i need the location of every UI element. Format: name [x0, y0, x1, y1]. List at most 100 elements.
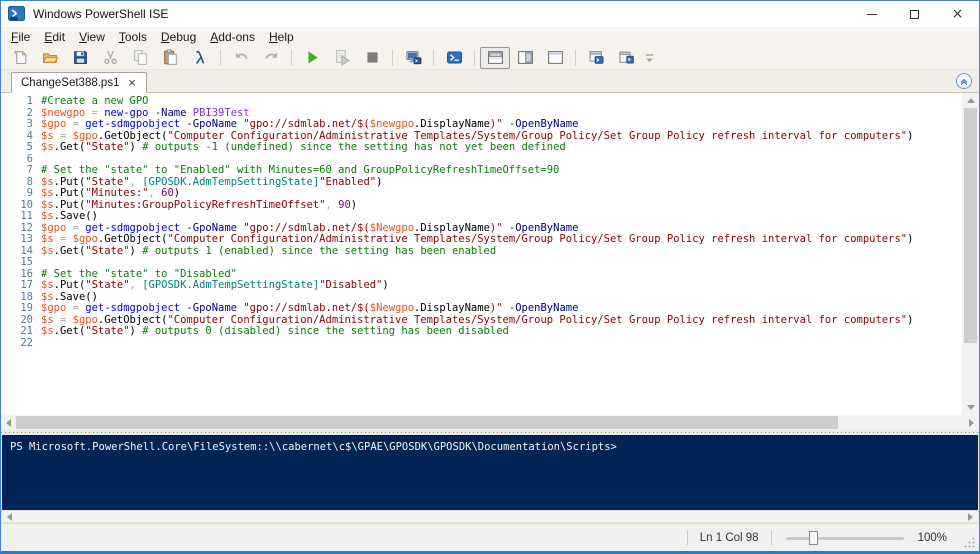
- line-number: 8: [26, 175, 33, 188]
- scroll-right-arrow[interactable]: [964, 415, 979, 430]
- toolbar-overflow-icon: [641, 49, 658, 66]
- code-text: $s.Get("State") # outputs 1 (enabled) si…: [41, 244, 497, 257]
- code-line: 21 $s.Get("State") # outputs 0 (disabled)…: [1, 325, 962, 338]
- menu-bar: File Edit View Tools Debug Add-ons Help: [1, 27, 979, 46]
- status-separator: [686, 530, 688, 545]
- code-text: $s.Get("State") # outputs -1 (undefined)…: [41, 141, 566, 153]
- cut-icon: [102, 49, 119, 66]
- code-line: 22: [1, 337, 962, 350]
- console-scroll-left-arrow[interactable]: [2, 511, 17, 522]
- code-line: 17 $s.Put("State", [GPOSDK.AdmTempSetting…: [1, 279, 962, 292]
- maximize-button[interactable]: [893, 1, 936, 27]
- triangle-right-icon: [968, 512, 973, 521]
- line-number: 3: [26, 118, 33, 130]
- code-line: 14 $s.Get("State") # outputs 1 (enabled) …: [1, 244, 962, 258]
- vertical-scroll-thumb[interactable]: [964, 108, 977, 344]
- redo-icon: [263, 49, 280, 66]
- run-script-icon: [304, 49, 321, 66]
- menu-tools[interactable]: Tools: [112, 28, 154, 46]
- line-number: 15: [20, 256, 33, 268]
- copy-button[interactable]: [125, 47, 155, 69]
- zoom-slider-track[interactable]: [785, 536, 904, 540]
- show-command-window-button[interactable]: [611, 47, 641, 69]
- resize-grip-icon[interactable]: [963, 536, 976, 549]
- new-script-icon: [12, 49, 29, 66]
- powershell-ise-icon: [8, 6, 26, 22]
- triangle-down-icon: [966, 405, 975, 410]
- line-number: 11: [20, 210, 33, 222]
- editor-horizontal-scrollbar[interactable]: [1, 415, 979, 430]
- close-button[interactable]: ×: [936, 1, 979, 27]
- zoom-slider-thumb[interactable]: [809, 530, 819, 545]
- triangle-right-icon: [969, 418, 974, 427]
- menu-view[interactable]: View: [72, 28, 112, 46]
- new-script-button[interactable]: [5, 47, 35, 69]
- clear-console-pane-button[interactable]: [185, 47, 215, 69]
- console-scroll-right-arrow[interactable]: [963, 511, 978, 522]
- scroll-down-arrow[interactable]: [962, 400, 979, 415]
- horizontal-scroll-thumb[interactable]: [16, 416, 838, 429]
- scroll-up-arrow[interactable]: [962, 93, 979, 108]
- cursor-position: Ln 1 Col 98: [699, 531, 759, 544]
- run-selection-button[interactable]: [327, 47, 357, 69]
- redo-button[interactable]: [256, 47, 286, 69]
- close-icon: ×: [951, 6, 964, 22]
- save-icon: [72, 49, 89, 66]
- console-horizontal-scrollbar[interactable]: [2, 510, 978, 523]
- line-number: 5: [26, 141, 33, 153]
- run-script-button[interactable]: [297, 47, 327, 69]
- undo-icon: [233, 49, 250, 66]
- cut-button[interactable]: [95, 47, 125, 69]
- stop-operation-button[interactable]: [357, 47, 387, 69]
- tab-label: ChangeSet388.ps1: [21, 76, 120, 89]
- line-number: 17: [20, 279, 33, 291]
- line-number: 9: [26, 187, 33, 199]
- show-script-pane-right-button[interactable]: [510, 47, 540, 69]
- new-powershell-tab-button[interactable]: [581, 47, 611, 69]
- undo-button[interactable]: [226, 47, 256, 69]
- toolbar-separator: [392, 49, 393, 66]
- show-script-pane-top-button[interactable]: [480, 46, 510, 69]
- menu-addons[interactable]: Add-ons: [203, 28, 262, 46]
- toolbar: [1, 46, 979, 70]
- menu-edit[interactable]: Edit: [37, 28, 72, 46]
- chevron-up-icon: [960, 78, 968, 86]
- editor-vertical-scrollbar[interactable]: [962, 93, 979, 415]
- open-script-button[interactable]: [35, 47, 65, 69]
- line-number: 1: [26, 95, 33, 107]
- zoom-level: 100%: [917, 531, 947, 544]
- toolbar-separator: [433, 49, 434, 66]
- zoom-slider[interactable]: [785, 530, 904, 546]
- save-button[interactable]: [65, 47, 95, 69]
- triangle-left-icon: [7, 512, 12, 521]
- run-selection-icon: [334, 49, 351, 66]
- script-editor[interactable]: 1 #Create a new GPO 2 $newgpo = new-gpo -Na…: [1, 93, 962, 415]
- start-powershell-icon: [446, 49, 463, 66]
- console-pane[interactable]: PS Microsoft.PowerShell.Core\FileSystem:…: [2, 435, 978, 510]
- start-powershell-exe-button[interactable]: [439, 47, 469, 69]
- toolbar-options-button[interactable]: [641, 47, 657, 69]
- toolbar-separator: [575, 49, 576, 66]
- tab-close-icon[interactable]: ×: [127, 77, 136, 88]
- menu-debug[interactable]: Debug: [154, 28, 203, 46]
- paste-icon: [162, 49, 179, 66]
- minimize-button[interactable]: [850, 1, 893, 27]
- paste-button[interactable]: [155, 47, 185, 69]
- tab-changeset388[interactable]: ChangeSet388.ps1 ×: [11, 72, 147, 93]
- show-script-pane-maximized-button[interactable]: [540, 47, 570, 69]
- window-title: Windows PowerShell ISE: [33, 7, 169, 21]
- menu-help[interactable]: Help: [262, 28, 301, 46]
- line-number: 4: [26, 129, 33, 142]
- menu-file[interactable]: File: [4, 28, 37, 46]
- show-script-pane-right-icon: [517, 49, 534, 66]
- code-line: 5 $s.Get("State") # outputs -1 (undefined…: [1, 141, 962, 154]
- collapse-script-pane-button[interactable]: [956, 73, 972, 89]
- code-text: $s.Get("State") # outputs 0 (disabled) s…: [41, 325, 509, 337]
- show-command-window-icon: [618, 49, 635, 66]
- code-line: 10 $s.Put("Minutes:GroupPolicyRefreshTime…: [1, 199, 962, 212]
- new-remote-powershell-tab-button[interactable]: [398, 47, 428, 69]
- scroll-left-arrow[interactable]: [1, 415, 16, 430]
- maximize-icon: [910, 9, 919, 19]
- toolbar-separator: [291, 49, 292, 66]
- console-pane-box: PS Microsoft.PowerShell.Core\FileSystem:…: [1, 435, 979, 523]
